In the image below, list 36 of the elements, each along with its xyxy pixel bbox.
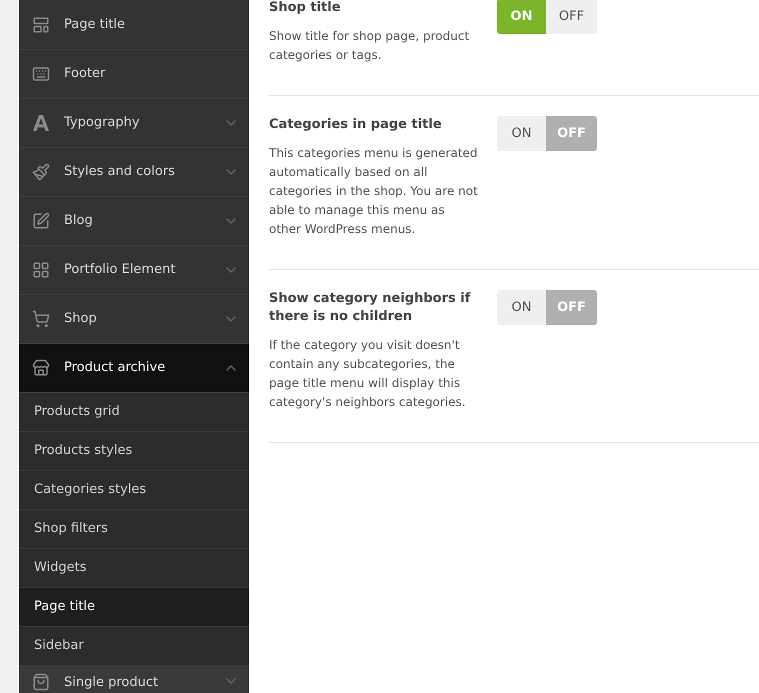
menu-section[interactable]: Typography xyxy=(19,99,249,148)
setting-description: Show title for shop page, product categories or tags. xyxy=(269,28,470,64)
submenu-item[interactable]: Sidebar xyxy=(19,627,249,666)
bag-icon xyxy=(32,673,50,691)
on-option[interactable]: ON xyxy=(497,116,546,151)
menu-section[interactable]: Single product xyxy=(19,666,249,693)
submenu-item[interactable]: Shop filters xyxy=(19,510,249,549)
submenu-item[interactable]: Products grid xyxy=(19,393,249,432)
menu-section[interactable]: Product archive xyxy=(19,344,249,393)
on-off-toggle[interactable]: ON OFF xyxy=(497,290,597,325)
setting-title: Shop title xyxy=(269,0,342,17)
menu-section[interactable]: Blog xyxy=(19,197,249,246)
letter-a-icon xyxy=(33,114,49,132)
layout-icon xyxy=(32,16,50,34)
setting-title: Categories in page title xyxy=(269,116,443,134)
cart-icon xyxy=(32,310,50,328)
setting-description: If the category you visit doesn't contain any subcategories, the page title menu will display this category's neighbors categories. xyxy=(269,337,467,411)
submenu-item[interactable]: Widgets xyxy=(19,549,249,588)
on-option[interactable]: ON xyxy=(497,290,546,325)
store-icon xyxy=(32,359,50,377)
keyboard-icon xyxy=(32,65,50,83)
menu-section[interactable]: Page title xyxy=(19,1,249,50)
on-off-toggle[interactable]: ON OFF xyxy=(497,0,597,34)
submenu-item[interactable]: Page title xyxy=(19,588,249,627)
off-option[interactable]: OFF xyxy=(546,0,597,34)
setting-title: Show category neighbors if there is no children xyxy=(269,290,472,326)
submenu-item[interactable]: Products styles xyxy=(19,432,249,471)
grid-icon xyxy=(32,261,50,279)
setting-description: This categories menu is generated automatically based on all categories in the shop. You are not able to manage this menu as other WordPress menus. xyxy=(269,145,479,238)
menu-section[interactable]: Footer xyxy=(19,50,249,99)
menu-section[interactable]: Styles and colors xyxy=(19,148,249,197)
menu-section[interactable]: Portfolio Element xyxy=(19,246,249,295)
on-off-toggle[interactable]: ON OFF xyxy=(497,116,597,151)
paintbrush-icon xyxy=(32,163,50,181)
submenu-item[interactable]: Categories styles xyxy=(19,471,249,510)
edit-icon xyxy=(32,212,50,230)
